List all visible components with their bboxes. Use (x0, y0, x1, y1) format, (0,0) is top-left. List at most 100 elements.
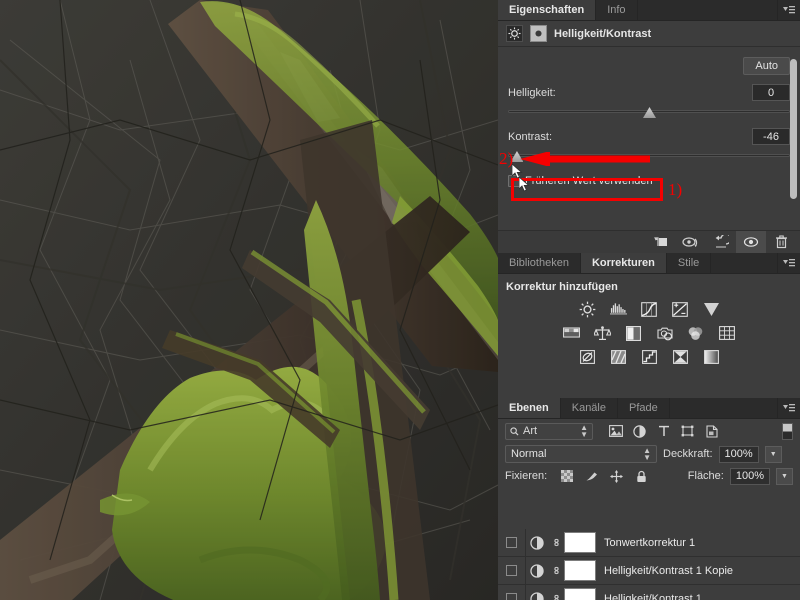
tab-label: Eigenschaften (509, 4, 585, 16)
contrast-value-field[interactable]: -46 (752, 128, 790, 145)
brightness-contrast-icon (506, 25, 523, 42)
image-filter-icon[interactable] (608, 424, 623, 439)
auto-button[interactable]: Auto (743, 57, 790, 75)
properties-body: Auto Helligkeit: 0 Kontrast: -46 Frühere… (498, 47, 800, 187)
properties-scrollbar[interactable] (790, 59, 797, 199)
layer-name: Helligkeit/Kontrast 1 (604, 592, 702, 600)
threshold-icon[interactable] (638, 348, 660, 366)
text-filter-icon[interactable] (656, 424, 671, 439)
lock-position-icon[interactable] (609, 469, 624, 484)
corrections-row-1 (498, 297, 800, 321)
black-white-icon[interactable] (623, 324, 645, 342)
contrast-row: Kontrast: -46 (508, 128, 790, 145)
hue-saturation-icon[interactable] (561, 324, 583, 342)
lock-all-icon[interactable] (634, 469, 649, 484)
corrections-row-3 (498, 345, 800, 369)
table-row[interactable]: Helligkeit/Kontrast 1 (498, 585, 800, 600)
filter-kind-stepper[interactable]: ▲ ▼ (580, 424, 588, 439)
panel-menu-icon[interactable] (778, 253, 800, 273)
toggle-previous-state-icon[interactable] (676, 231, 706, 254)
tab-label: Korrekturen (591, 257, 655, 269)
brightness-value-field[interactable]: 0 (752, 84, 790, 101)
tab-ebenen[interactable]: Ebenen (498, 398, 561, 418)
invert-icon[interactable] (576, 348, 598, 366)
tab-stile[interactable]: Stile (666, 253, 712, 273)
corrections-row-2 (498, 321, 800, 345)
use-legacy-checkbox[interactable] (508, 175, 520, 187)
filter-toggle-icon[interactable] (782, 422, 793, 440)
table-row[interactable]: Helligkeit/Kontrast 1 Kopie (498, 557, 800, 585)
posterize-icon[interactable] (607, 348, 629, 366)
mask-link-icon[interactable] (548, 564, 564, 577)
layer-name: Helligkeit/Kontrast 1 Kopie (604, 564, 734, 577)
selective-color-icon[interactable] (669, 348, 691, 366)
contrast-slider[interactable] (508, 149, 790, 163)
lock-transparency-icon[interactable] (559, 469, 574, 484)
opacity-value[interactable]: 100% (718, 445, 759, 463)
layer-mask-thumbnail[interactable] (564, 532, 596, 553)
mask-link-icon[interactable] (548, 536, 564, 549)
brightness-slider[interactable] (508, 105, 790, 119)
blend-mode-row: Normal ▲ ▼ Deckkraft: 100% ▼ (498, 443, 800, 465)
delete-trash-icon[interactable] (766, 231, 796, 254)
layer-visibility-toggle[interactable] (498, 585, 526, 600)
reset-icon[interactable] (706, 231, 736, 254)
page-title: Helligkeit/Kontrast (554, 27, 652, 40)
properties-tabbar: Eigenschaften Info (498, 0, 800, 21)
corrections-panel: Korrektur hinzufügen (498, 274, 800, 398)
visibility-eye-icon[interactable] (736, 230, 766, 254)
use-legacy-row[interactable]: Früheren Wert verwenden (508, 175, 790, 187)
vibrance-icon[interactable] (700, 300, 722, 318)
tab-info[interactable]: Info (596, 0, 638, 20)
layers-panel: Art ▲ ▼ Normal ▲ ▼ Deckkraft: 100% ▼ Fix… (498, 419, 800, 600)
tab-kanaele[interactable]: Kanäle (560, 398, 618, 418)
opacity-dropdown-icon[interactable]: ▼ (764, 445, 782, 463)
adjustment-filter-icon[interactable] (632, 424, 647, 439)
layer-list: Tonwertkorrektur 1 Helligkeit/Kontrast 1… (498, 529, 800, 600)
blend-mode-stepper[interactable]: ▲ ▼ (643, 447, 651, 462)
channel-mixer-icon[interactable] (685, 324, 707, 342)
layer-mask-icon[interactable] (530, 25, 547, 42)
tab-bibliotheken[interactable]: Bibliotheken (498, 253, 581, 273)
contrast-label: Kontrast: (508, 130, 553, 143)
tab-pfade[interactable]: Pfade (618, 398, 670, 418)
corrections-title: Korrektur hinzufügen (506, 281, 618, 293)
fill-dropdown-icon[interactable]: ▼ (776, 467, 793, 485)
corrections-tabbar: Bibliotheken Korrekturen Stile (498, 253, 800, 274)
levels-icon[interactable] (607, 300, 629, 318)
brightness-contrast-icon[interactable] (576, 300, 598, 318)
tab-eigenschaften[interactable]: Eigenschaften (498, 0, 597, 20)
curves-icon[interactable] (638, 300, 660, 318)
lock-image-icon[interactable] (584, 469, 599, 484)
layer-type-filters (608, 424, 719, 439)
panel-menu-icon[interactable] (778, 0, 800, 20)
layer-mask-thumbnail[interactable] (564, 560, 596, 581)
photo-filter-icon[interactable] (654, 324, 676, 342)
smart-object-filter-icon[interactable] (704, 424, 719, 439)
tabbar-filler (711, 253, 778, 273)
shape-filter-icon[interactable] (680, 424, 695, 439)
layer-mask-thumbnail[interactable] (564, 588, 596, 600)
properties-footer (498, 230, 800, 254)
gradient-map-icon[interactable] (700, 348, 722, 366)
clip-to-layer-icon[interactable] (646, 231, 676, 254)
layer-visibility-toggle[interactable] (498, 557, 526, 584)
color-balance-icon[interactable] (592, 324, 614, 342)
mask-link-icon[interactable] (548, 592, 564, 600)
adjustment-header: Helligkeit/Kontrast (498, 21, 800, 47)
tab-korrekturen[interactable]: Korrekturen (580, 253, 667, 273)
tab-label: Kanäle (571, 402, 606, 414)
image-canvas[interactable] (0, 0, 498, 600)
adjustment-layer-icon (526, 563, 548, 578)
panel-menu-icon[interactable] (778, 398, 800, 418)
fill-value[interactable]: 100% (729, 467, 770, 485)
lock-buttons (559, 469, 649, 484)
blend-mode-select[interactable]: Normal ▲ ▼ (505, 445, 657, 463)
visibility-empty-box (506, 565, 517, 576)
layer-filter-kind[interactable]: Art ▲ ▼ (505, 422, 593, 440)
photoshop-window: Eigenschaften Info Helligkeit/Kontrast A… (0, 0, 800, 600)
layer-visibility-toggle[interactable] (498, 529, 526, 556)
color-lookup-icon[interactable] (716, 324, 738, 342)
table-row[interactable]: Tonwertkorrektur 1 (498, 529, 800, 557)
exposure-icon[interactable] (669, 300, 691, 318)
